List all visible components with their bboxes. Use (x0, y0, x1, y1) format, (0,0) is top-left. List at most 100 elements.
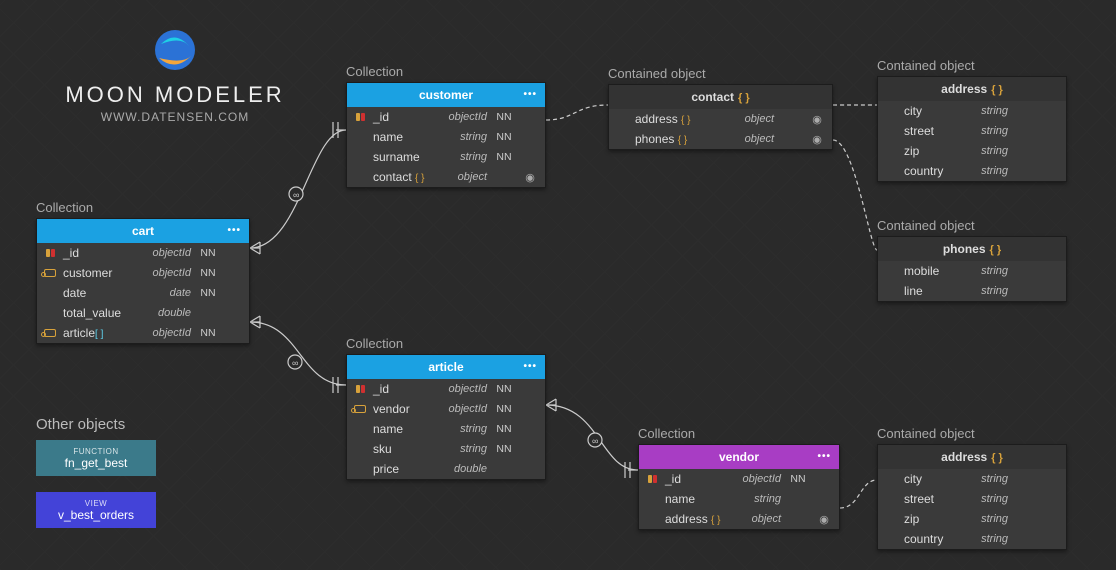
field-name: price (373, 462, 433, 476)
obj-address2[interactable]: address{ } citystringstreetstringzipstri… (877, 444, 1067, 550)
field-row[interactable]: customerobjectIdNN (37, 263, 249, 283)
field-type: objectId (143, 247, 191, 259)
field-row[interactable]: surnamestringNN (347, 147, 545, 167)
field-row[interactable]: _idobjectIdNN (347, 107, 545, 127)
field-row[interactable]: citystring (878, 101, 1066, 121)
key-icon (356, 113, 365, 121)
obj-contact[interactable]: contact{ } address { }object◉phones { }o… (608, 84, 833, 150)
field-name: _id (373, 110, 433, 124)
field-name: name (373, 422, 433, 436)
function-button[interactable]: FUNCTION fn_get_best (36, 440, 156, 476)
table-vendor[interactable]: vendor••• _idobjectIdNNnamestringaddress… (638, 444, 840, 530)
table-customer[interactable]: customer••• _idobjectIdNNnamestringNNsur… (346, 82, 546, 188)
cart-rows: _id objectId NN customerobjectIdNNdatedateN… (37, 243, 249, 343)
field-row[interactable]: mobilestring (878, 261, 1066, 281)
field-row[interactable]: _idobjectIdNN (639, 469, 839, 489)
table-cart[interactable]: cart••• _idobjectIdNNcustomerobjectIdNNd… (36, 218, 250, 344)
field-name: article[ ] (63, 326, 137, 340)
field-row[interactable]: phones { }object◉ (609, 129, 832, 149)
eye-icon[interactable]: ◉ (808, 113, 826, 126)
field-type: double (439, 463, 487, 475)
field-name: name (665, 492, 727, 506)
field-row[interactable]: zipstring (878, 509, 1066, 529)
field-type: objectId (439, 383, 487, 395)
vendor-label: Collection (638, 426, 695, 441)
field-type: object (726, 113, 774, 125)
eye-icon[interactable]: ◉ (808, 133, 826, 146)
field-name: street (904, 124, 954, 138)
field-type: objectId (439, 403, 487, 415)
menu-icon[interactable]: ••• (523, 83, 537, 107)
address2-rows: citystringstreetstringzipstringcountryst… (878, 469, 1066, 549)
obj-phones[interactable]: phones{ } mobilestringlinestring (877, 236, 1067, 302)
field-row[interactable]: skustringNN (347, 439, 545, 459)
field-name: city (904, 472, 954, 486)
menu-icon[interactable]: ••• (227, 219, 241, 243)
article-header[interactable]: article••• (347, 355, 545, 379)
field-name: zip (904, 144, 954, 158)
view-type: VIEW (85, 499, 107, 508)
field-row[interactable]: _idobjectIdNN (347, 379, 545, 399)
field-row[interactable]: countrystring (878, 529, 1066, 549)
logo-title: MOON MODELER (45, 82, 305, 108)
field-row[interactable]: total_valuedouble (37, 303, 249, 323)
field-row[interactable]: countrystring (878, 161, 1066, 181)
field-row[interactable]: address { }object◉ (639, 509, 839, 529)
cart-header[interactable]: cart••• (37, 219, 249, 243)
table-article[interactable]: article••• _idobjectIdNNvendorobjectIdNN… (346, 354, 546, 480)
phones-header[interactable]: phones{ } (878, 237, 1066, 261)
field-type: date (143, 287, 191, 299)
field-row[interactable]: price double (347, 459, 545, 479)
field-row[interactable]: namestring (639, 489, 839, 509)
view-button[interactable]: VIEW v_best_orders (36, 492, 156, 528)
customer-header[interactable]: customer••• (347, 83, 545, 107)
field-name: _id (373, 382, 433, 396)
phones-rows: mobilestringlinestring (878, 261, 1066, 301)
address2-header[interactable]: address{ } (878, 445, 1066, 469)
key-icon (356, 385, 365, 393)
menu-icon[interactable]: ••• (523, 355, 537, 379)
field-nn: NN (197, 247, 219, 259)
contact-rows: address { }object◉phones { }object◉ (609, 109, 832, 149)
field-type: objectId (733, 473, 781, 485)
field-row[interactable]: street string (878, 121, 1066, 141)
field-type: string (960, 265, 1008, 277)
field-name: zip (904, 512, 954, 526)
field-name: _id (63, 246, 137, 260)
field-name: address { } (635, 112, 720, 126)
field-row[interactable]: _id objectId NN (37, 243, 249, 263)
function-type: FUNCTION (73, 447, 118, 456)
field-name: line (904, 284, 954, 298)
field-nn: NN (197, 327, 219, 339)
braces-icon: { } (990, 244, 1002, 256)
field-row[interactable]: address { } object ◉ (609, 109, 832, 129)
field-row[interactable]: article[ ]objectIdNN (37, 323, 249, 343)
field-row[interactable]: citystring (878, 469, 1066, 489)
field-type: object (733, 513, 781, 525)
field-type: string (960, 533, 1008, 545)
field-row[interactable]: streetstring (878, 489, 1066, 509)
field-row[interactable]: zipstring (878, 141, 1066, 161)
braces-icon: { } (991, 84, 1003, 96)
eye-icon[interactable]: ◉ (521, 171, 539, 184)
field-row[interactable]: vendorobjectIdNN (347, 399, 545, 419)
field-nn: NN (493, 423, 515, 435)
field-nn: NN (493, 403, 515, 415)
field-type: string (960, 125, 1008, 137)
field-nn: NN (493, 111, 515, 123)
field-row[interactable]: datedateNN (37, 283, 249, 303)
obj-address1[interactable]: address{ } citystring street string zipstri… (877, 76, 1067, 182)
field-row[interactable]: linestring (878, 281, 1066, 301)
link-icon (44, 269, 56, 277)
eye-icon[interactable]: ◉ (815, 513, 833, 526)
menu-icon[interactable]: ••• (817, 445, 831, 469)
function-name: fn_get_best (65, 456, 128, 470)
contact-header[interactable]: contact{ } (609, 85, 832, 109)
field-row[interactable]: namestringNN (347, 127, 545, 147)
field-row[interactable]: contact { }object◉ (347, 167, 545, 187)
customer-label: Collection (346, 64, 403, 79)
address1-header[interactable]: address{ } (878, 77, 1066, 101)
field-type: object (726, 133, 774, 145)
field-row[interactable]: namestringNN (347, 419, 545, 439)
vendor-header[interactable]: vendor••• (639, 445, 839, 469)
